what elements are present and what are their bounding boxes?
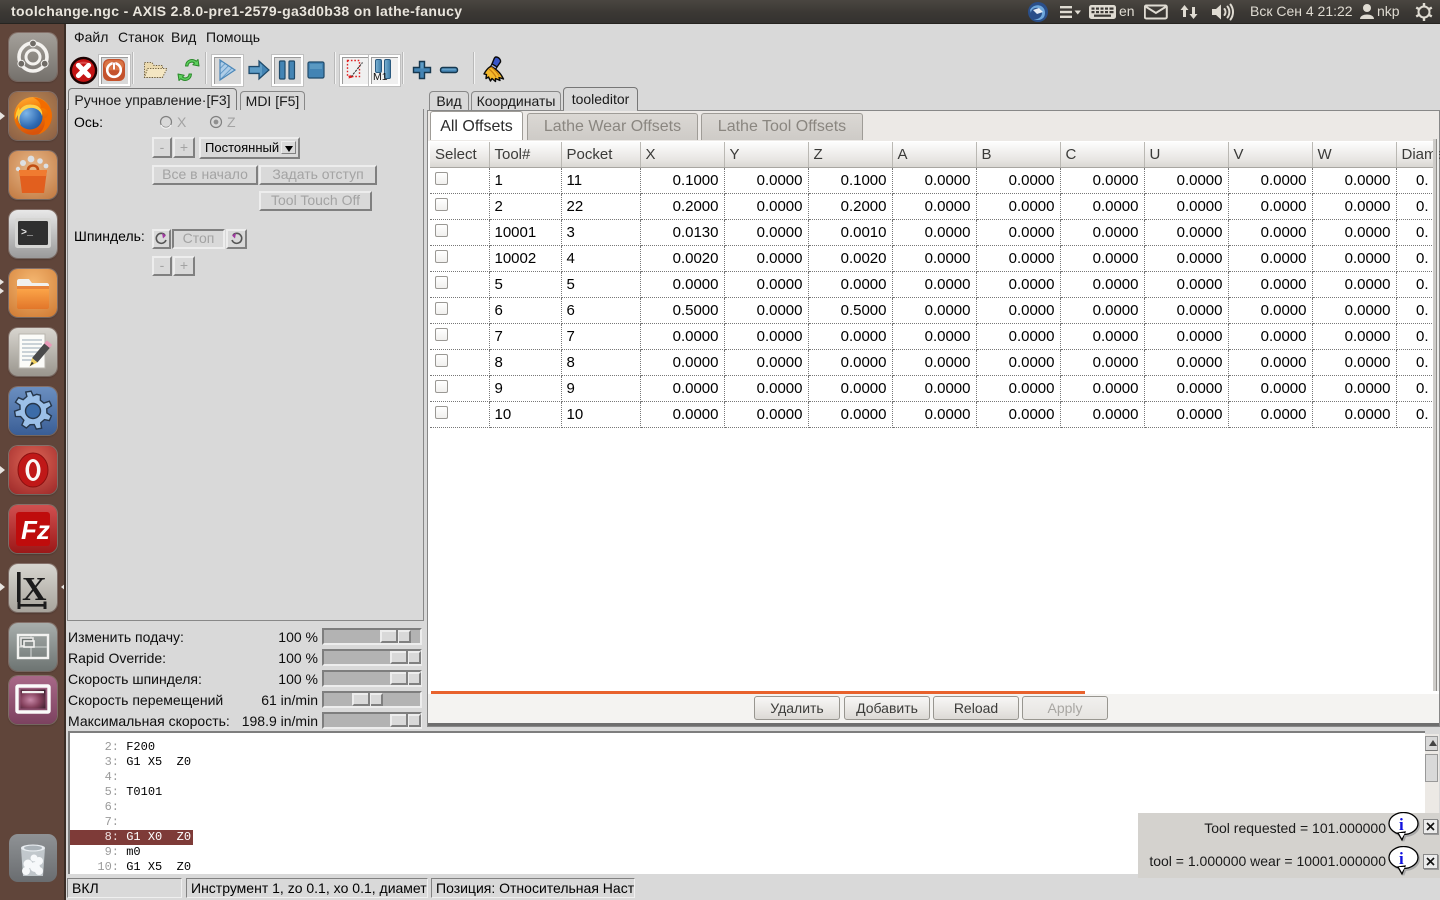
svg-text:X: X — [22, 571, 47, 608]
svg-text:i: i — [1399, 849, 1404, 868]
svg-text:Fz: Fz — [21, 515, 50, 545]
svg-text:i: i — [1399, 815, 1404, 834]
svg-text:>_: >_ — [21, 228, 34, 239]
svg-text:M1: M1 — [373, 71, 388, 83]
